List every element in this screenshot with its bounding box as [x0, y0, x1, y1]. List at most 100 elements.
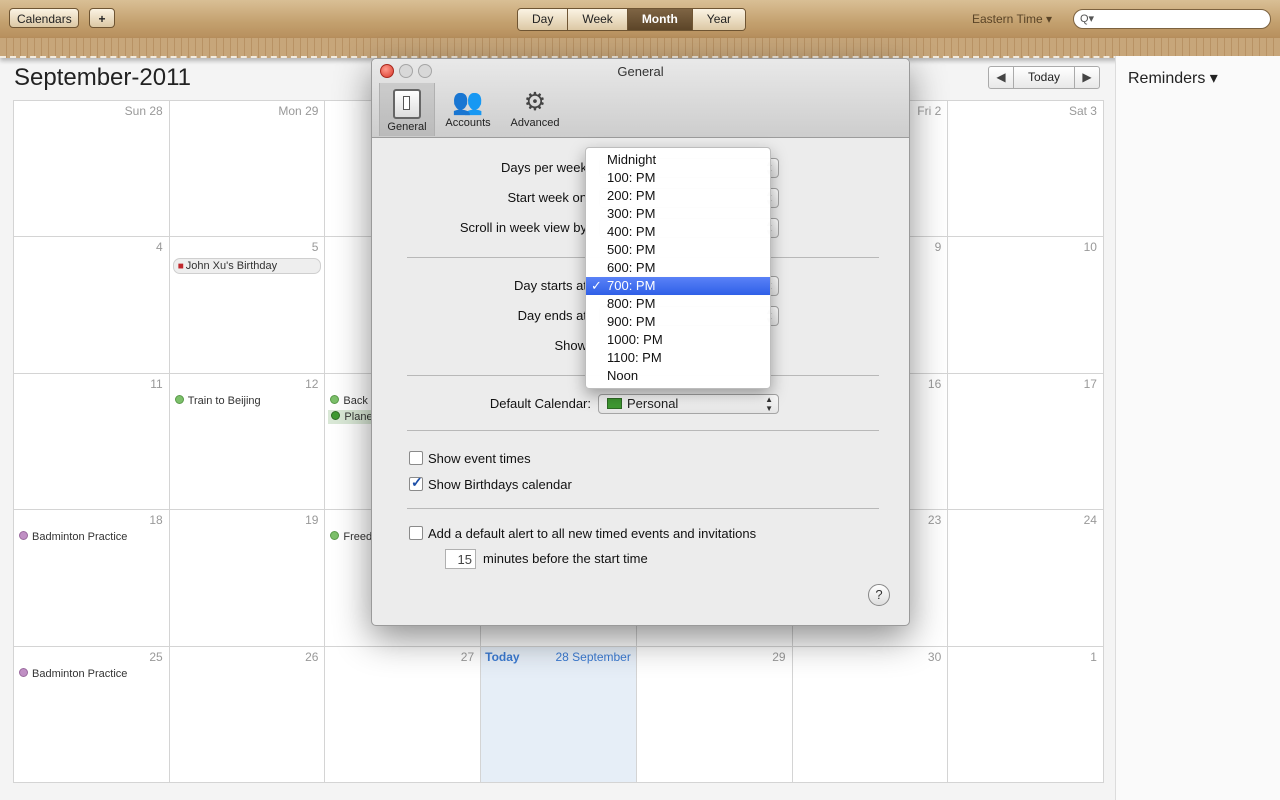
- menu-item-label: 300: PM: [607, 206, 656, 221]
- day-starts-menu: Midnight 100: PM 200: PM 300: PM 400: PM…: [585, 147, 771, 389]
- today-button[interactable]: Today: [1013, 67, 1076, 88]
- tab-general[interactable]: General: [379, 83, 435, 136]
- gift-icon: ■: [177, 261, 184, 273]
- day-cell[interactable]: 19: [169, 510, 326, 647]
- menu-item[interactable]: 1100: PM: [586, 349, 770, 367]
- day-label: 18: [149, 513, 163, 528]
- day-cell[interactable]: 5 ■ John Xu's Birthday: [169, 237, 326, 374]
- alert-minutes-input[interactable]: 15: [445, 549, 476, 569]
- tab-accounts[interactable]: 👥 Accounts: [440, 83, 496, 136]
- event-john-birthday[interactable]: ■ John Xu's Birthday: [172, 258, 322, 275]
- view-week-button[interactable]: Week: [568, 9, 628, 30]
- menu-item-label: 800: PM: [607, 296, 656, 311]
- day-label: 27: [460, 649, 475, 664]
- day-cell[interactable]: Sat 3: [948, 101, 1104, 238]
- show-event-times-checkbox[interactable]: Show event times: [409, 451, 531, 466]
- menu-item-selected[interactable]: ✓ 700: PM: [586, 277, 770, 295]
- menu-item[interactable]: 800: PM: [586, 295, 770, 313]
- day-label: 28 September: [555, 649, 631, 664]
- day-cell[interactable]: 27: [325, 646, 482, 783]
- menu-item[interactable]: Midnight: [586, 151, 770, 169]
- accounts-people-icon: 👥: [452, 88, 484, 116]
- event-train-to-beijing[interactable]: Train to Beijing: [174, 394, 261, 407]
- day-label: Sun 28: [124, 104, 163, 118]
- event-badminton-practice[interactable]: Badminton Practice: [19, 531, 127, 543]
- menu-item[interactable]: 200: PM: [586, 187, 770, 205]
- day-cell[interactable]: 26: [169, 646, 326, 783]
- updown-arrows-icon: ▲▼: [765, 395, 773, 413]
- default-alert-checkbox[interactable]: Add a default alert to all new timed eve…: [409, 526, 756, 541]
- tab-advanced[interactable]: ⚙ Advanced: [506, 83, 564, 136]
- menu-item-label: 600: PM: [607, 260, 656, 275]
- day-cell[interactable]: 30: [792, 646, 949, 783]
- day-cell[interactable]: 29: [636, 646, 793, 783]
- day-label: 11: [150, 376, 163, 391]
- search-icon: Q▾: [1080, 13, 1095, 25]
- reminders-title[interactable]: Reminders ▾: [1128, 68, 1218, 88]
- menu-item-label: Midnight: [607, 152, 657, 167]
- day-cell[interactable]: 18 Badminton Practice: [14, 510, 170, 647]
- checkmark-icon: ✓: [591, 278, 602, 293]
- toolbar: Calendars + Day Week Month Year Eastern …: [0, 0, 1280, 39]
- event-title: Freed: [343, 531, 373, 544]
- today-cell[interactable]: Today 28 September: [481, 646, 637, 783]
- menu-item[interactable]: 600: PM: [586, 259, 770, 277]
- default-calendar-value: Personal: [627, 396, 679, 411]
- event-badminton-practice[interactable]: Badminton Practice: [19, 667, 128, 680]
- timezone-selector[interactable]: Eastern Time ▾: [972, 12, 1052, 26]
- day-cell[interactable]: Mon 29: [169, 101, 326, 238]
- next-month-button[interactable]: ▶: [1075, 67, 1099, 88]
- day-cell[interactable]: 10: [948, 237, 1104, 374]
- day-cell[interactable]: 25 Badminton Practice: [14, 646, 170, 783]
- tab-label: Advanced: [510, 117, 560, 129]
- day-cell[interactable]: Sun 28: [14, 101, 170, 238]
- calendar-color-swatch: [607, 398, 622, 409]
- checkbox-box-checked[interactable]: [409, 474, 423, 491]
- menu-item[interactable]: 500: PM: [586, 241, 770, 259]
- search-input[interactable]: Q▾: [1073, 9, 1271, 29]
- menu-item[interactable]: 400: PM: [586, 223, 770, 241]
- day-cell[interactable]: 17: [948, 373, 1104, 511]
- view-month-button[interactable]: Month: [627, 9, 693, 30]
- menu-item-label: Noon: [607, 368, 639, 383]
- day-cell[interactable]: 24: [948, 510, 1104, 647]
- menu-item[interactable]: 100: PM: [586, 169, 770, 187]
- day-cell[interactable]: 1: [948, 646, 1104, 783]
- event-title: Badminton Practice: [32, 667, 128, 680]
- day-cell[interactable]: 4: [14, 237, 170, 374]
- checkbox-box[interactable]: [409, 526, 423, 540]
- checkbox-box[interactable]: [409, 451, 423, 465]
- event-title: John Xu's Birthday: [185, 260, 278, 273]
- day-label: 16: [927, 376, 942, 391]
- calendar-dot-icon: [19, 531, 28, 541]
- menu-item-label: 400: PM: [607, 224, 656, 239]
- tab-label: General: [387, 121, 427, 133]
- general-switch-icon: [393, 89, 421, 119]
- day-label: 19: [305, 513, 319, 528]
- default-calendar-popup[interactable]: Personal ▲ ▼: [598, 394, 779, 414]
- day-cell[interactable]: 11: [14, 373, 170, 511]
- menu-item[interactable]: 1000: PM: [586, 331, 770, 349]
- menu-item-label: 700: PM: [607, 278, 656, 293]
- previous-month-button[interactable]: ◀: [989, 67, 1013, 88]
- help-button[interactable]: ?: [868, 584, 890, 606]
- day-cell[interactable]: 12 Train to Beijing: [169, 373, 326, 511]
- menu-item[interactable]: 900: PM: [586, 313, 770, 331]
- calendar-dot-icon: [330, 394, 340, 404]
- menu-item[interactable]: 300: PM: [586, 205, 770, 223]
- calendars-button[interactable]: Calendars: [9, 8, 79, 28]
- month-title: September-2011: [14, 64, 191, 91]
- view-day-button[interactable]: Day: [518, 9, 569, 30]
- view-year-button[interactable]: Year: [692, 9, 746, 30]
- menu-item[interactable]: Noon: [586, 367, 770, 385]
- today-label: Today: [485, 649, 520, 664]
- dialog-toolbar: General General 👥 Accounts ⚙ Advanced: [372, 59, 909, 138]
- menu-item-label: 200: PM: [607, 188, 656, 203]
- day-label: 25: [149, 649, 163, 664]
- add-calendar-button[interactable]: +: [89, 8, 115, 28]
- event-back[interactable]: Back: [330, 394, 368, 407]
- show-birthdays-checkbox[interactable]: Show Birthdays calendar: [409, 474, 572, 492]
- menu-item-label: 1000: PM: [607, 332, 663, 347]
- event-freed[interactable]: Freed: [330, 531, 372, 543]
- scroll-week-label: Scroll in week view by: [459, 220, 587, 235]
